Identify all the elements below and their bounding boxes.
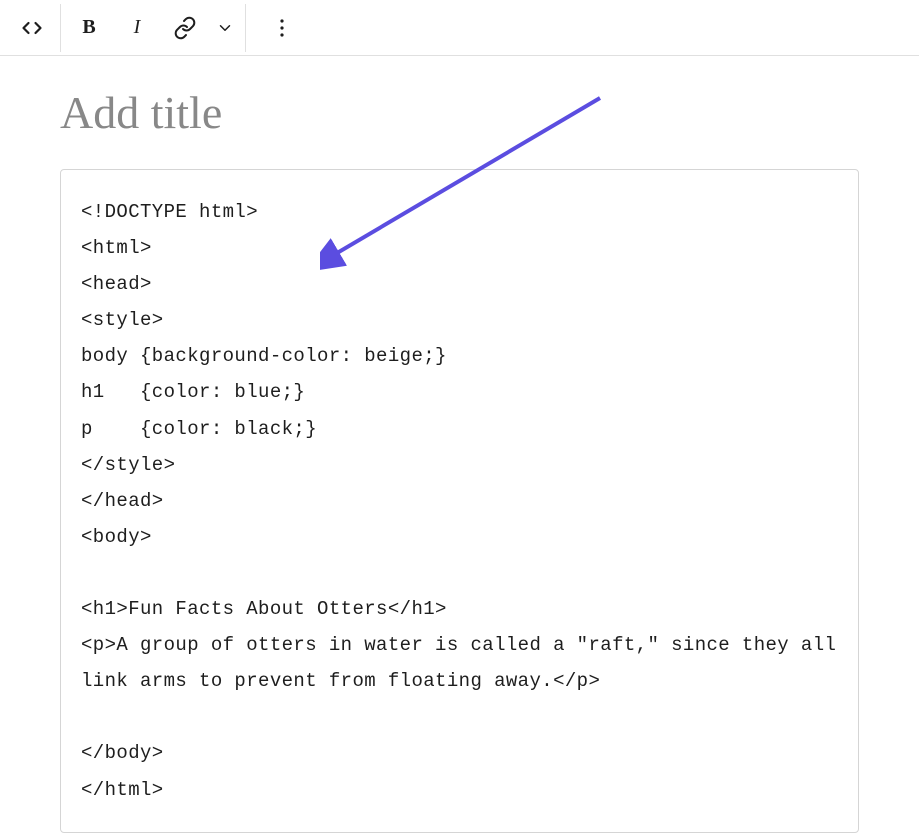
post-title-input[interactable] — [60, 76, 859, 169]
editor-content: <!DOCTYPE html> <html> <head> <style> bo… — [0, 56, 919, 833]
italic-icon: I — [134, 16, 141, 39]
link-button[interactable] — [161, 4, 209, 52]
dropdown-button[interactable] — [209, 4, 241, 52]
chevron-down-icon — [216, 19, 234, 37]
toolbar-divider — [60, 4, 61, 52]
toolbar-divider — [245, 4, 246, 52]
bold-icon: B — [82, 16, 95, 39]
html-block-button[interactable] — [8, 4, 56, 52]
more-options-button[interactable] — [258, 4, 306, 52]
italic-button[interactable]: I — [113, 4, 161, 52]
link-icon — [173, 16, 197, 40]
bold-button[interactable]: B — [65, 4, 113, 52]
editor-toolbar: B I — [0, 0, 919, 56]
html-code-block[interactable]: <!DOCTYPE html> <html> <head> <style> bo… — [60, 169, 859, 833]
more-vertical-icon — [270, 16, 294, 40]
